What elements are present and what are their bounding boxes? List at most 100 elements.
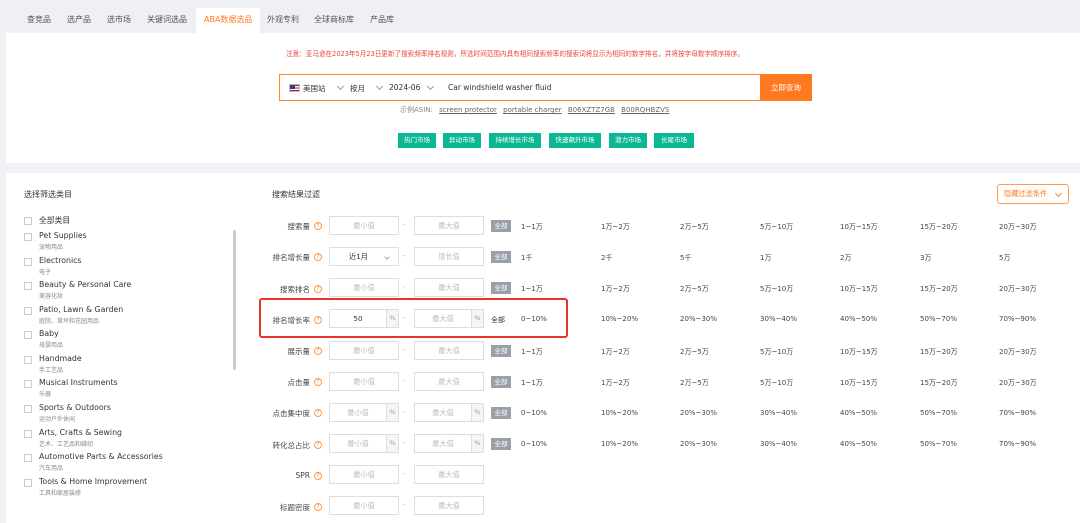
range-option[interactable]: 15万~20万	[920, 347, 958, 357]
range-option[interactable]: 2万~5万	[680, 378, 709, 388]
range-option[interactable]: 30%~40%	[760, 440, 797, 448]
range-option[interactable]: 30%~40%	[760, 315, 797, 323]
range-option[interactable]: 10%~20%	[601, 315, 638, 323]
range-option[interactable]: 10万~15万	[840, 378, 878, 388]
hide-filters-button[interactable]: 隐藏过滤条件	[997, 184, 1069, 204]
tab-keyword[interactable]: 关键词选品	[147, 14, 187, 25]
tab-trademark[interactable]: 全球商标库	[314, 14, 354, 25]
checkbox[interactable]	[24, 331, 32, 339]
category-scrollbar[interactable]	[233, 230, 236, 370]
range-option[interactable]: 5万~10万	[760, 347, 793, 357]
all-chip[interactable]: 全部	[491, 220, 511, 232]
checkbox[interactable]	[24, 380, 32, 388]
example-link[interactable]: B00RQHBZVS	[621, 106, 669, 114]
market-button-longtail[interactable]: 长尾市场	[654, 133, 694, 148]
range-option[interactable]: 5万~10万	[760, 222, 793, 232]
range-option[interactable]: 20万~30万	[999, 284, 1037, 294]
range-option[interactable]: 40%~50%	[840, 409, 877, 417]
range-option[interactable]: 30%~40%	[760, 409, 797, 417]
range-option[interactable]: 2万	[840, 253, 851, 263]
range-option[interactable]: 5万~10万	[760, 284, 793, 294]
range-option[interactable]: 20%~30%	[680, 315, 717, 323]
tab-product-library[interactable]: 产品库	[370, 14, 394, 25]
checkbox[interactable]	[24, 405, 32, 413]
range-option[interactable]: 15万~20万	[920, 222, 958, 232]
site-select[interactable]: 美国站	[303, 83, 326, 94]
all-chip[interactable]: 全部	[491, 251, 511, 263]
checkbox[interactable]	[24, 479, 32, 487]
min-input[interactable]: 最小值 %	[329, 434, 399, 453]
range-option[interactable]: 10万~15万	[840, 222, 878, 232]
period-select[interactable]: 近1月	[329, 247, 399, 266]
min-input[interactable]: 最小值	[329, 465, 399, 484]
range-option[interactable]: 40%~50%	[840, 315, 877, 323]
help-icon[interactable]: ?	[314, 378, 322, 386]
range-option[interactable]: 1~1万	[521, 347, 543, 357]
range-option[interactable]: 5千	[680, 253, 691, 263]
month-select[interactable]: 2024-06	[389, 83, 420, 92]
range-option[interactable]: 0~10%	[521, 440, 547, 448]
range-option[interactable]: 1万~2万	[601, 378, 630, 388]
search-input[interactable]: Car windshield washer fluid	[448, 83, 551, 92]
all-chip[interactable]: 全部	[491, 407, 511, 419]
all-chip[interactable]: 全部	[491, 376, 511, 388]
range-option[interactable]: 2万~5万	[680, 222, 709, 232]
market-button-potential[interactable]: 潜力市场	[609, 133, 647, 148]
range-option[interactable]: 5万~10万	[760, 378, 793, 388]
all-chip[interactable]: 全部	[491, 282, 511, 294]
market-button-abnormal[interactable]: 异动市场	[443, 133, 481, 148]
example-link[interactable]: portable charger	[503, 106, 562, 114]
range-option[interactable]: 1万	[760, 253, 771, 263]
help-icon[interactable]: ?	[314, 347, 322, 355]
help-icon[interactable]: ?	[314, 222, 322, 230]
range-option[interactable]: 1~1万	[521, 222, 543, 232]
range-option[interactable]: 10万~15万	[840, 347, 878, 357]
max-input[interactable]: 最大值	[414, 341, 484, 360]
min-input[interactable]: 最小值	[329, 278, 399, 297]
min-input[interactable]: 最小值	[329, 372, 399, 391]
range-option[interactable]: 50%~70%	[920, 315, 957, 323]
range-option[interactable]: 15万~20万	[920, 378, 958, 388]
checkbox[interactable]	[24, 454, 32, 462]
checkbox[interactable]	[24, 217, 32, 225]
tab-competitor[interactable]: 查竞品	[27, 14, 51, 25]
range-option[interactable]: 1千	[521, 253, 532, 263]
query-button[interactable]: 立即查询	[760, 74, 812, 101]
min-input[interactable]: 最小值	[329, 216, 399, 235]
range-option[interactable]: 70%~90%	[999, 409, 1036, 417]
range-option[interactable]: 2千	[601, 253, 612, 263]
range-option[interactable]: 10%~20%	[601, 440, 638, 448]
range-option[interactable]: 70%~90%	[999, 315, 1036, 323]
help-icon[interactable]: ?	[314, 472, 322, 480]
checkbox[interactable]	[24, 233, 32, 241]
range-option[interactable]: 40%~50%	[840, 440, 877, 448]
checkbox[interactable]	[24, 307, 32, 315]
range-option[interactable]: 5万	[999, 253, 1010, 263]
range-option[interactable]: 20万~30万	[999, 347, 1037, 357]
range-option[interactable]: 1~1万	[521, 378, 543, 388]
range-option[interactable]: 2万~5万	[680, 284, 709, 294]
range-option[interactable]: 1万~2万	[601, 284, 630, 294]
market-button-soaring[interactable]: 快速飙升市场	[549, 133, 601, 148]
checkbox[interactable]	[24, 430, 32, 438]
max-input[interactable]: 最大值	[414, 278, 484, 297]
range-option[interactable]: 10%~20%	[601, 409, 638, 417]
range-option[interactable]: 0~10%	[521, 409, 547, 417]
min-input[interactable]: 最小值	[329, 341, 399, 360]
range-option[interactable]: 20%~30%	[680, 409, 717, 417]
growth-input[interactable]: 增长值	[414, 247, 484, 266]
help-icon[interactable]: ?	[314, 503, 322, 511]
tab-patent[interactable]: 外观专利	[267, 14, 299, 25]
all-chip[interactable]: 全部	[491, 438, 511, 450]
max-input[interactable]: 最大值	[414, 496, 484, 515]
tab-product[interactable]: 选产品	[67, 14, 91, 25]
help-icon[interactable]: ?	[314, 409, 322, 417]
chevron-down-icon[interactable]	[336, 82, 345, 91]
chevron-down-icon[interactable]	[426, 82, 435, 91]
example-link[interactable]: screen protector	[439, 106, 497, 114]
range-option[interactable]: 20万~30万	[999, 222, 1037, 232]
help-icon[interactable]: ?	[314, 285, 322, 293]
chevron-down-icon[interactable]	[375, 82, 384, 91]
max-input[interactable]: 最大值	[414, 372, 484, 391]
tab-aba[interactable]: ABA数据选品	[196, 8, 261, 33]
